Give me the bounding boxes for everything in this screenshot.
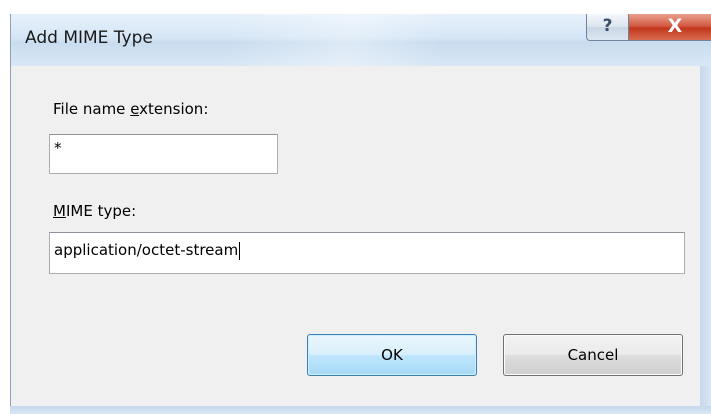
cancel-button[interactable]: Cancel — [503, 334, 683, 376]
help-icon: ? — [602, 16, 613, 36]
add-mime-type-dialog: Add MIME Type ? X File name extension: *… — [0, 0, 711, 414]
title-bar-glass — [231, 14, 531, 66]
file-name-extension-label: File name extension: — [53, 100, 208, 118]
close-icon: X — [667, 15, 683, 37]
mime-type-value: application/octet-stream — [54, 241, 239, 259]
window-frame-right — [700, 66, 711, 414]
cancel-button-label: Cancel — [567, 346, 619, 364]
extension-label-pre: File name — [53, 100, 131, 118]
window-title: Add MIME Type — [25, 28, 153, 48]
mime-label-post: IME type: — [65, 202, 137, 220]
ok-button-label: OK — [381, 346, 403, 364]
extension-label-accelerator: e — [130, 100, 140, 118]
extension-label-post: xtension: — [139, 100, 209, 118]
file-name-extension-input[interactable]: * — [49, 134, 278, 174]
mime-label-accelerator: M — [53, 202, 66, 220]
help-button[interactable]: ? — [586, 14, 629, 41]
file-name-extension-value: * — [54, 139, 62, 157]
dialog-body: File name extension: * MIME type: applic… — [10, 66, 701, 406]
window-frame-bottom — [10, 406, 711, 414]
ok-button[interactable]: OK — [307, 334, 477, 376]
mime-type-input[interactable]: application/octet-stream — [49, 232, 685, 274]
close-button[interactable]: X — [628, 14, 711, 41]
text-caret — [239, 241, 241, 260]
mime-type-label: MIME type: — [53, 202, 136, 220]
title-bar[interactable]: Add MIME Type ? X — [10, 14, 711, 66]
